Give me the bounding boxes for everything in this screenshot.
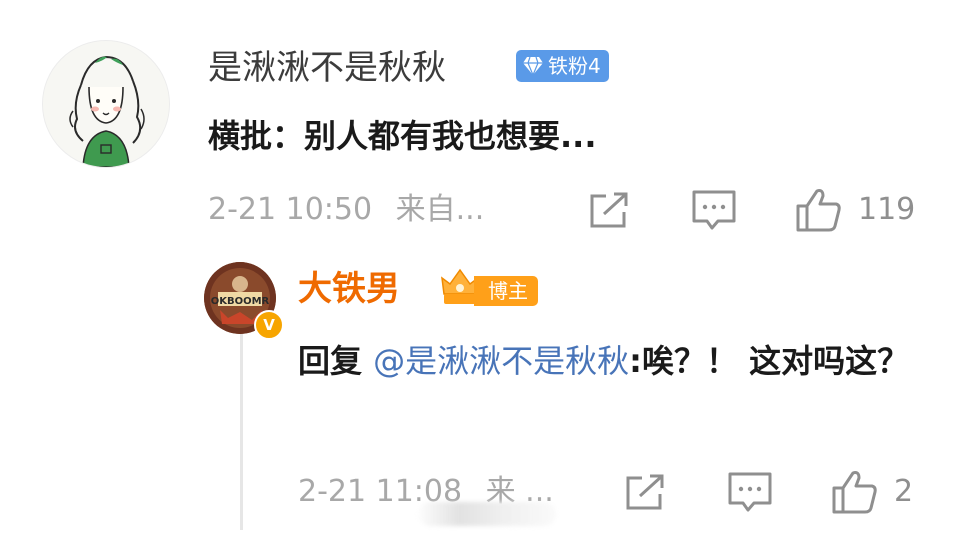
thumbs-up-icon [832,471,877,514]
blurred-watermark [418,502,556,526]
comment-source: 来自... [395,192,485,227]
reply-username[interactable]: 大铁男 [298,266,400,312]
mention-link[interactable]: @是湫湫不是秋秋 [373,342,629,380]
reply-text: 回复 @是湫湫不是秋秋:唉？！ 这对吗这？ [298,336,938,386]
fan-level-badge[interactable]: 铁粉4 [516,50,609,82]
reply-like-count: 2 [894,474,914,509]
svg-text:OKBOOMR: OKBOOMR [211,296,270,307]
comment-button[interactable] [690,188,738,232]
share-icon [626,474,664,510]
comment-time: 2-21 10:50 [208,192,373,227]
comment-icon [728,472,772,512]
cartoon-girl-avatar-icon [43,41,169,167]
fan-badge-label: 铁粉4 [548,54,601,78]
share-button[interactable] [586,188,632,232]
reply-prefix: 回复 [298,342,363,380]
blogger-badge[interactable]: 博主 [436,264,548,308]
like-count: 119 [858,192,916,227]
share-icon [590,192,628,228]
blogger-badge-label: 博主 [474,276,538,306]
comment-icon [692,190,736,230]
comment-meta: 2-21 10:50 来自... [208,190,484,230]
like-button[interactable] [794,186,844,234]
reply-share-button[interactable] [622,470,668,514]
reply-comment-button[interactable] [726,470,774,514]
comment-text: 横批：别人都有我也想要... [208,117,597,155]
thumbs-up-icon [796,189,841,232]
avatar[interactable] [42,40,170,168]
reply-thread-line [240,330,243,530]
diamond-icon [523,56,543,76]
v-verified-icon: V [254,310,284,340]
reply-body: :唉？！ 这对吗这？ [629,342,910,380]
comment-username[interactable]: 是湫湫不是秋秋 [208,46,446,90]
reply-like-button[interactable] [830,468,880,516]
